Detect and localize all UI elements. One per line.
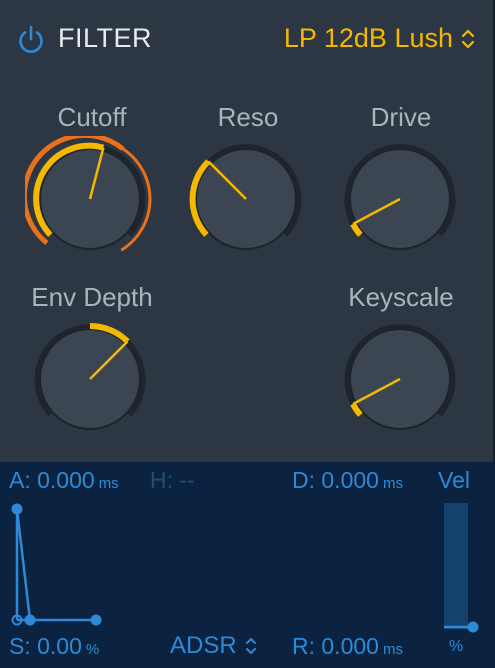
reso-knob[interactable]: [184, 142, 304, 260]
sustain-unit: %: [85, 641, 100, 658]
filter-type-dropdown[interactable]: LP 12dB Lush: [284, 23, 475, 54]
keyscale-label: Keyscale: [348, 282, 454, 312]
keyscale-knob[interactable]: [340, 322, 460, 440]
release-unit: ms: [382, 641, 403, 658]
decay-prefix: D:: [292, 467, 315, 493]
cutoff-label: Cutoff: [57, 102, 127, 132]
release-readout[interactable]: R: 0.000 ms: [292, 633, 403, 660]
velocity-label: Vel: [438, 467, 470, 493]
drive-knob[interactable]: [340, 142, 460, 260]
hold-prefix: H:: [150, 467, 173, 493]
attack-value: 0.000: [37, 467, 95, 493]
filter-header: FILTER LP 12dB Lush: [0, 0, 495, 80]
attack-unit: ms: [98, 475, 119, 492]
decay-readout[interactable]: D: 0.000 ms: [292, 467, 403, 494]
env-depth-knob[interactable]: [30, 318, 150, 438]
attack-readout[interactable]: A: 0.000 ms: [9, 467, 119, 494]
filter-type-value: LP 12dB Lush: [283, 23, 453, 53]
release-prefix: R:: [292, 633, 315, 659]
sustain-readout[interactable]: S: 0.00%: [9, 633, 99, 660]
sustain-value: 0.00: [37, 633, 82, 659]
sustain-prefix: S:: [9, 633, 31, 659]
filter-title: FILTER: [58, 23, 153, 53]
attack-handle[interactable]: [11, 503, 23, 515]
filter-controls-area: FILTER LP 12dB Lush Cutoff Reso Drive En…: [0, 0, 495, 462]
filter-panel: FILTER LP 12dB Lush Cutoff Reso Drive En…: [0, 0, 495, 668]
velocity-slider[interactable]: [444, 503, 468, 629]
cutoff-knob[interactable]: [25, 136, 165, 262]
drive-label: Drive: [370, 102, 432, 132]
release-value: 0.000: [321, 633, 379, 659]
release-handle[interactable]: [90, 614, 102, 626]
reso-label: Reso: [217, 102, 279, 132]
hold-value: --: [179, 467, 195, 493]
velocity-unit: %: [449, 638, 464, 655]
attack-prefix: A:: [9, 467, 31, 493]
up-down-chevron-icon: [245, 638, 256, 654]
envelope-mode-value: ADSR: [170, 632, 237, 659]
up-down-chevron-icon: [461, 29, 475, 48]
decay-sustain-handle[interactable]: [24, 614, 36, 626]
env-depth-label: Env Depth: [31, 282, 153, 312]
power-icon[interactable]: [16, 24, 46, 54]
hold-readout: H: --: [150, 467, 195, 494]
decay-unit: ms: [382, 475, 403, 492]
envelope-mode-dropdown[interactable]: ADSR: [170, 632, 257, 660]
decay-value: 0.000: [321, 467, 379, 493]
